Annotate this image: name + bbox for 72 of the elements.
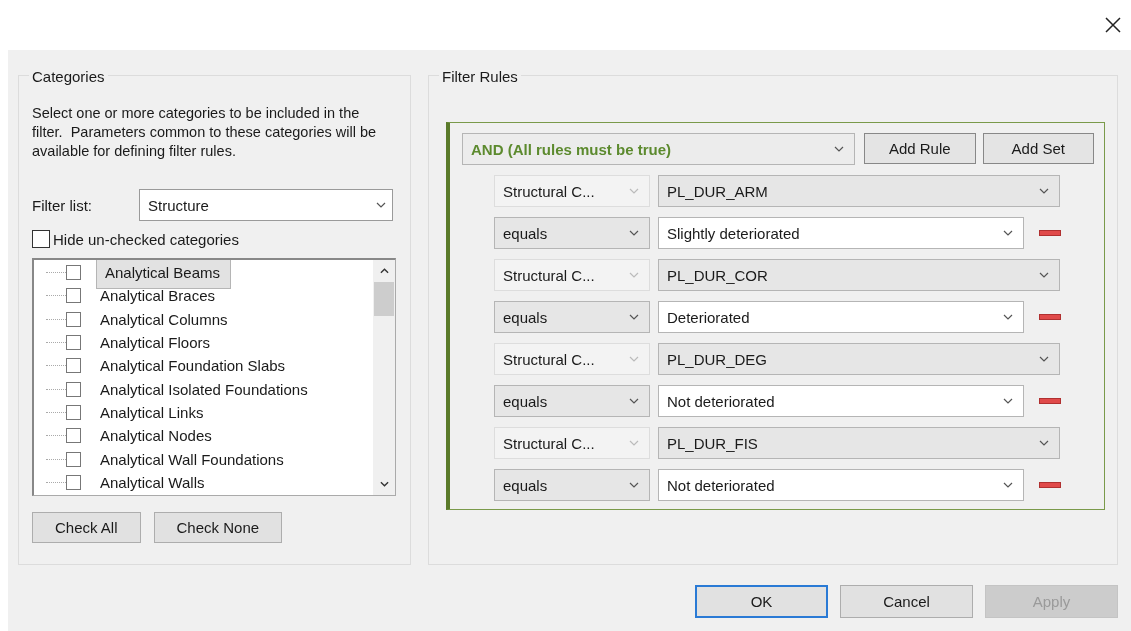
caret-icon bbox=[1003, 230, 1013, 236]
tree-item[interactable]: Analytical Nodes bbox=[96, 426, 216, 446]
operator-dropdown[interactable]: equals bbox=[494, 469, 650, 501]
checkbox[interactable] bbox=[66, 288, 81, 304]
parameter-dropdown[interactable]: PL_DUR_FIS bbox=[658, 427, 1060, 459]
dialog-button[interactable]: Cancel bbox=[840, 585, 973, 618]
tree-item[interactable]: Analytical Foundation Slabs bbox=[96, 356, 290, 376]
value-dropdown[interactable]: Not deteriorated bbox=[658, 469, 1024, 501]
description-text: Select one or more categories to be included in the filter. Parameters common to these categories will be available for defining filter rules. bbox=[32, 104, 377, 161]
group-title: Filter Rules bbox=[439, 69, 521, 85]
caret-icon bbox=[629, 272, 639, 278]
caret-icon bbox=[834, 146, 844, 152]
parameter-dropdown[interactable]: PL_DUR_ARM bbox=[658, 175, 1060, 207]
caret-icon bbox=[629, 188, 639, 194]
tree-item[interactable]: Analytical Floors bbox=[96, 333, 215, 353]
caret-icon bbox=[629, 356, 639, 362]
operator-dropdown[interactable]: equals bbox=[494, 385, 650, 417]
category-dropdown: Structural C... bbox=[494, 175, 650, 207]
checkbox[interactable] bbox=[66, 358, 81, 374]
tree-item[interactable]: Analytical Walls bbox=[96, 472, 209, 492]
tree-item[interactable]: Analytical Isolated Foundations bbox=[96, 379, 312, 399]
checkbox[interactable] bbox=[66, 404, 81, 420]
caret-icon bbox=[1003, 398, 1013, 404]
close-icon[interactable] bbox=[1105, 17, 1121, 33]
caret-icon bbox=[1039, 440, 1049, 446]
checkbox[interactable] bbox=[66, 265, 81, 281]
value-dropdown[interactable]: Not deteriorated bbox=[658, 385, 1024, 417]
filter-list-dropdown[interactable]: Structure bbox=[139, 189, 393, 221]
value-dropdown[interactable]: Slightly deteriorated bbox=[658, 217, 1024, 249]
tree-item[interactable]: Analytical Columns bbox=[96, 309, 232, 329]
caret-icon bbox=[629, 398, 639, 404]
filter-list-label: Filter list: bbox=[32, 196, 93, 214]
caret-icon bbox=[1039, 188, 1049, 194]
scrollbar[interactable] bbox=[373, 260, 395, 495]
add-button[interactable]: Add Set bbox=[982, 133, 1094, 164]
checkbox[interactable] bbox=[66, 335, 81, 351]
caret-icon bbox=[629, 482, 639, 488]
value-dropdown[interactable]: Deteriorated bbox=[658, 301, 1024, 333]
caret-icon bbox=[376, 202, 386, 208]
operator-dropdown[interactable]: equals bbox=[494, 217, 650, 249]
caret-icon bbox=[629, 230, 639, 236]
tree-item[interactable]: Analytical Beams bbox=[96, 260, 232, 289]
checkbox-label: Hide un-checked categories bbox=[53, 230, 239, 248]
category-dropdown: Structural C... bbox=[494, 343, 650, 375]
add-button[interactable]: Add Rule bbox=[864, 133, 976, 164]
check-button[interactable]: Check All bbox=[32, 512, 141, 543]
scroll-thumb[interactable] bbox=[374, 282, 394, 316]
tree-item[interactable]: Analytical Braces bbox=[96, 286, 220, 306]
caret-icon bbox=[1003, 314, 1013, 320]
caret-icon bbox=[1039, 272, 1049, 278]
checkbox[interactable] bbox=[66, 381, 81, 397]
caret-icon bbox=[629, 314, 639, 320]
group-title: Categories bbox=[29, 69, 108, 85]
checkbox[interactable] bbox=[66, 474, 81, 490]
caret-icon bbox=[629, 440, 639, 446]
parameter-dropdown[interactable]: PL_DUR_DEG bbox=[658, 343, 1060, 375]
category-dropdown: Structural C... bbox=[494, 427, 650, 459]
scroll-down-icon[interactable] bbox=[379, 481, 389, 487]
tree-item[interactable]: Analytical Wall Foundations bbox=[96, 449, 288, 469]
checkbox[interactable] bbox=[66, 428, 81, 444]
parameter-dropdown[interactable]: PL_DUR_COR bbox=[658, 259, 1060, 291]
checkbox[interactable] bbox=[32, 230, 50, 248]
category-dropdown: Structural C... bbox=[494, 259, 650, 291]
operator-dropdown[interactable]: equals bbox=[494, 301, 650, 333]
checkbox[interactable] bbox=[66, 451, 81, 467]
tree-item[interactable]: Analytical Links bbox=[96, 402, 208, 422]
dialog-button[interactable]: OK bbox=[695, 585, 828, 618]
caret-icon bbox=[1003, 482, 1013, 488]
checkbox[interactable] bbox=[66, 311, 81, 327]
check-button[interactable]: Check None bbox=[153, 512, 283, 543]
scroll-up-icon[interactable] bbox=[379, 268, 389, 274]
caret-icon bbox=[1039, 356, 1049, 362]
